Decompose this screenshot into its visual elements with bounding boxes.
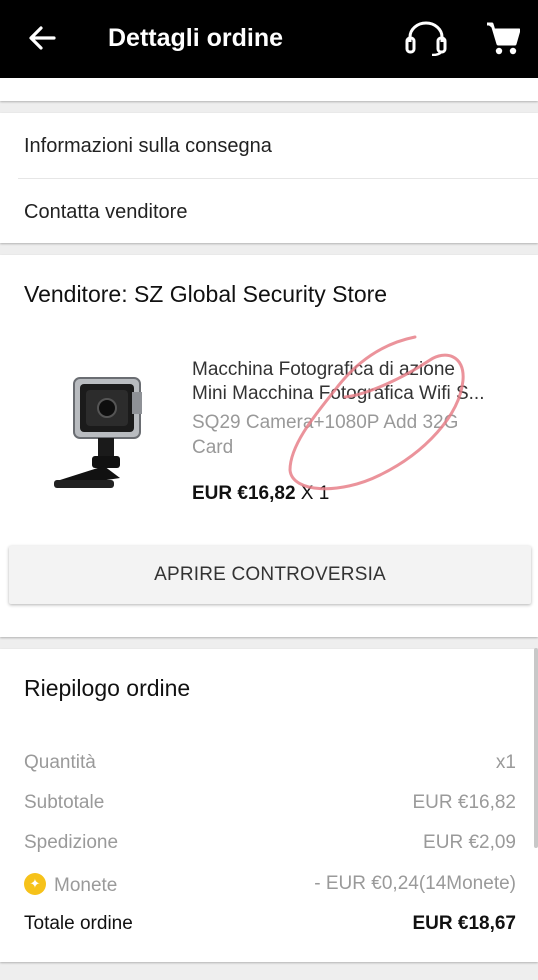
summary-title: Riepilogo ordine <box>24 675 191 701</box>
summary-row-shipping: Spedizione EUR €2,09 <box>24 832 516 856</box>
contact-seller-link[interactable]: Contatta venditore <box>24 199 187 225</box>
total-label: Totale ordine <box>24 913 133 934</box>
summary-value: - EUR €0,24(14Monete) <box>314 873 516 894</box>
seller-name[interactable]: Venditore: SZ Global Security Store <box>24 281 387 308</box>
coins-label-wrap: Monete <box>24 873 117 897</box>
order-summary-card: Riepilogo ordine Quantità x1 Subtotale E… <box>0 649 538 962</box>
summary-label: Quantità <box>24 752 96 773</box>
summary-value: EUR €16,82 <box>412 792 516 813</box>
summary-row-subtotal: Subtotale EUR €16,82 <box>24 792 516 816</box>
summary-label: Spedizione <box>24 832 119 853</box>
product-image[interactable] <box>46 370 176 500</box>
coin-icon <box>24 873 46 895</box>
cart-icon[interactable] <box>486 20 520 56</box>
order-links-card: Informazioni sulla consegna Contatta ven… <box>0 113 538 243</box>
open-dispute-button[interactable]: APRIRE CONTROVERSIA <box>9 546 531 604</box>
summary-label: Subtotale <box>24 792 105 813</box>
quantity-value: X 1 <box>300 483 330 504</box>
total-value: EUR €18,67 <box>412 913 516 934</box>
page-title: Dettagli ordine <box>108 24 284 52</box>
delivery-info-link[interactable]: Informazioni sulla consegna <box>24 133 272 159</box>
product-title-line2: Mini Macchina Fotografica Wifi S... <box>192 383 485 404</box>
arrow-left-icon[interactable] <box>26 22 58 54</box>
summary-row-coins: Monete - EUR €0,24(14Monete) <box>24 873 516 897</box>
product-title-line1: Macchina Fotografica di azione <box>192 359 455 380</box>
product-title[interactable]: Macchina Fotografica di azione Mini Macc… <box>192 358 518 406</box>
summary-row-total: Totale ordine EUR €18,67 <box>24 913 516 937</box>
summary-row-quantity: Quantità x1 <box>24 752 516 776</box>
divider <box>18 178 538 179</box>
product-price: EUR €16,82 X 1 <box>192 483 329 505</box>
product-variant: SQ29 Camera+1080P Add 32G Card <box>192 412 459 458</box>
summary-value: EUR €2,09 <box>423 832 516 853</box>
summary-value: x1 <box>495 752 516 773</box>
app-header: Dettagli ordine <box>0 0 538 78</box>
summary-label: Monete <box>54 875 118 896</box>
order-item-card: Venditore: SZ Global Security Store Macc… <box>0 255 538 637</box>
scrollbar[interactable] <box>534 648 538 848</box>
headset-icon[interactable] <box>404 20 448 56</box>
price-value: EUR €16,82 <box>192 483 296 504</box>
previous-section <box>0 78 538 101</box>
